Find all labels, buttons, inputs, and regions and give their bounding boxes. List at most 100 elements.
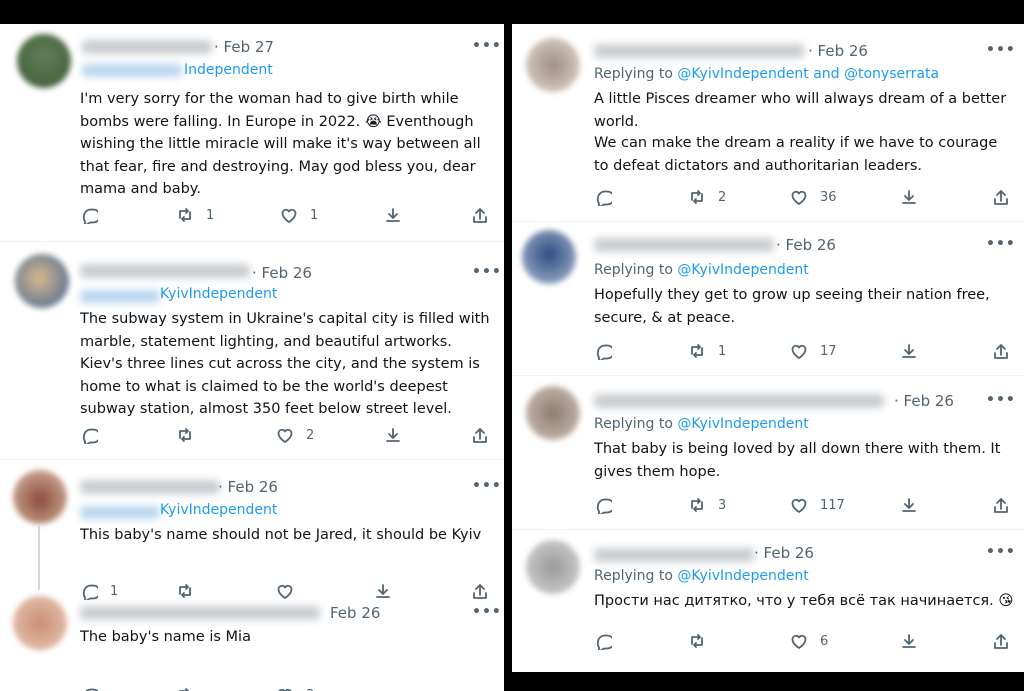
share-icon [902, 634, 916, 648]
blurred-display-name [594, 548, 754, 562]
replying-prefix: Replying to [594, 66, 678, 82]
reply-tweet[interactable]: · Feb 26 ••• Replying to @KyivIndependen… [512, 376, 1024, 530]
reply-mention[interactable]: @KyivIndependent [677, 262, 808, 278]
tweet-actions: 2 36 [594, 188, 1008, 208]
more-options-icon[interactable]: ••• [986, 392, 1016, 408]
reply-tweet[interactable]: · Feb 26 ••• KyivIndependent This baby's… [0, 460, 504, 600]
avatar[interactable] [526, 540, 580, 594]
like-button[interactable]: 117 [790, 496, 845, 514]
like-icon [277, 428, 293, 443]
upload-icon [473, 428, 487, 443]
like-count: 36 [820, 189, 837, 205]
like-button[interactable]: 1 [280, 206, 318, 224]
share-icon [902, 498, 916, 512]
retweet-button[interactable]: 1 [688, 342, 726, 360]
reply-mention[interactable]: @KyivIndependent and @tonyserrata [677, 66, 939, 82]
reply-button[interactable] [80, 686, 98, 691]
retweet-button[interactable] [176, 426, 194, 444]
retweet-button[interactable]: 2 [688, 188, 726, 206]
upload-button[interactable] [471, 426, 489, 444]
like-button[interactable]: 3 [276, 686, 314, 691]
reply-mention[interactable]: Independent [184, 62, 273, 78]
avatar[interactable] [15, 254, 69, 308]
more-options-icon[interactable]: ••• [472, 478, 502, 494]
avatar[interactable] [526, 38, 580, 92]
tweet-date[interactable]: · Feb 26 [894, 392, 954, 410]
tweet-date[interactable]: · Feb 27 [214, 38, 274, 56]
like-icon [791, 498, 807, 513]
tweet-text: Hopefully they get to grow up seeing the… [594, 287, 990, 326]
reply-tweet[interactable]: · Feb 26 ••• Replying to @KyivIndependen… [512, 530, 1024, 672]
tweet-date[interactable]: · Feb 26 [776, 236, 836, 254]
blurred-reply-prefix [82, 64, 182, 77]
share-icon [386, 428, 400, 442]
reply-button[interactable] [80, 426, 98, 444]
upload-button[interactable] [992, 342, 1010, 360]
like-count: 17 [820, 343, 837, 359]
retweet-button[interactable] [176, 686, 194, 691]
upload-icon [994, 190, 1008, 205]
more-options-icon[interactable]: ••• [472, 264, 502, 280]
share-button[interactable] [900, 632, 918, 650]
avatar[interactable] [17, 34, 71, 88]
upload-button[interactable] [992, 632, 1010, 650]
reply-mention[interactable]: KyivIndependent [160, 286, 277, 302]
reply-button[interactable] [80, 206, 98, 224]
like-button[interactable]: 36 [790, 188, 837, 206]
tweet-actions: 3 [80, 686, 490, 691]
tweet-date[interactable]: · Feb 26 [218, 478, 278, 496]
reply-tweet[interactable]: · Feb 27 ••• Independent I'm very sorry … [0, 24, 504, 242]
reply-button[interactable] [594, 188, 612, 206]
tweet-actions: 2 [80, 426, 490, 446]
retweet-button[interactable]: 1 [176, 206, 214, 224]
reply-icon [596, 634, 612, 650]
left-screenshot-panel: · Feb 27 ••• Independent I'm very sorry … [0, 24, 504, 691]
reply-mention[interactable]: KyivIndependent [160, 502, 277, 518]
avatar[interactable] [522, 230, 576, 284]
blurred-display-name [594, 394, 884, 408]
reply-mention[interactable]: @KyivIndependent [677, 416, 808, 432]
more-options-icon[interactable]: ••• [986, 236, 1016, 252]
upload-button[interactable] [992, 496, 1010, 514]
upload-button[interactable] [992, 188, 1010, 206]
like-icon [277, 688, 293, 691]
reply-button[interactable] [594, 496, 612, 514]
reply-tweet[interactable]: · Feb 26 ••• Replying to @KyivIndependen… [512, 222, 1024, 376]
more-options-icon[interactable]: ••• [472, 604, 502, 620]
avatar[interactable] [526, 386, 580, 440]
reply-mention[interactable]: @KyivIndependent [677, 568, 808, 584]
reply-button[interactable] [594, 342, 612, 360]
avatar[interactable] [13, 470, 67, 524]
replying-to-line: Replying to @KyivIndependent and @tonyse… [594, 66, 939, 82]
more-options-icon[interactable]: ••• [986, 544, 1016, 560]
reply-tweet[interactable]: · Feb 26 ••• KyivIndependent The subway … [0, 242, 504, 460]
tweet-date[interactable]: · Feb 26 [252, 264, 312, 282]
retweet-button[interactable] [688, 632, 706, 650]
tweet-date[interactable]: · Feb 26 [754, 544, 814, 562]
like-button[interactable]: 2 [276, 426, 314, 444]
tweet-date[interactable]: · Feb 26 [808, 42, 868, 60]
share-button[interactable] [384, 426, 402, 444]
reply-button[interactable] [594, 632, 612, 650]
retweet-button[interactable]: 3 [688, 496, 726, 514]
upload-button[interactable] [471, 206, 489, 224]
share-button[interactable] [900, 342, 918, 360]
reply-tweet[interactable]: Feb 26 ••• The baby's name is Mia 3 [0, 590, 504, 691]
right-screenshot-panel: · Feb 26 ••• Replying to @KyivIndependen… [512, 24, 1024, 672]
like-button[interactable]: 6 [790, 632, 828, 650]
blurred-reply-prefix [80, 506, 160, 519]
tweet-date[interactable]: Feb 26 [330, 604, 380, 622]
blurred-display-name [80, 606, 320, 620]
like-button[interactable]: 17 [790, 342, 837, 360]
more-options-icon[interactable]: ••• [986, 42, 1016, 58]
share-button[interactable] [384, 206, 402, 224]
like-count: 3 [306, 688, 314, 691]
avatar[interactable] [13, 596, 67, 650]
share-button[interactable] [900, 188, 918, 206]
share-button[interactable] [900, 496, 918, 514]
reply-tweet[interactable]: · Feb 26 ••• Replying to @KyivIndependen… [512, 24, 1024, 222]
share-icon [902, 190, 916, 204]
blurred-display-name [82, 40, 212, 54]
more-options-icon[interactable]: ••• [472, 38, 502, 54]
reply-icon [82, 208, 98, 224]
